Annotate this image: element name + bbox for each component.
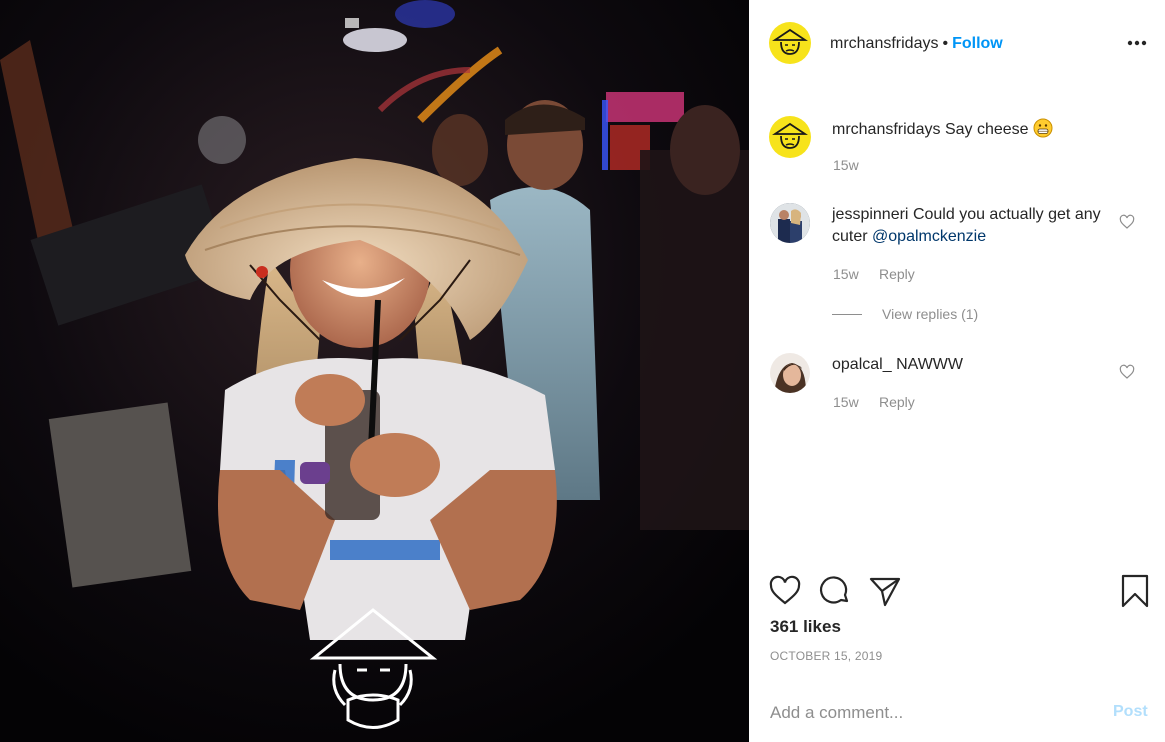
author-username[interactable]: mrchansfridays [830, 35, 938, 52]
comment-time-2[interactable]: 15w [833, 394, 859, 410]
post-photo[interactable] [0, 0, 749, 742]
comment-like-heart-icon[interactable] [1119, 214, 1135, 230]
view-replies-label: View replies (1) [882, 306, 979, 322]
caption: mrchansfridays Say cheese [832, 118, 1053, 141]
post-date[interactable]: OCTOBER 15, 2019 [770, 649, 882, 663]
view-replies-button[interactable]: View replies (1) [832, 306, 978, 322]
paper-plane-icon[interactable] [868, 574, 902, 608]
comment-text-1: jesspinneri Could you actually get any c… [832, 204, 1122, 248]
avatar-photo-image [770, 353, 810, 393]
comment-username-1[interactable]: jesspinneri [832, 206, 908, 223]
caption-text: Say cheese [944, 121, 1029, 138]
post-side-panel: mrchansfridays • Follow mrchansfridays Say… [749, 0, 1165, 742]
reply-button-2[interactable]: Reply [879, 394, 915, 410]
add-comment-bar: Post [749, 684, 1165, 742]
more-options-icon[interactable] [1126, 33, 1148, 53]
follow-button[interactable]: Follow [952, 35, 1003, 52]
add-comment-input[interactable] [770, 700, 1090, 726]
comment-bubble-icon[interactable] [818, 574, 852, 608]
caption-time[interactable]: 15w [833, 157, 859, 173]
likes-count[interactable]: 361 likes [770, 616, 841, 638]
comment-mention-link[interactable]: @opalmckenzie [872, 228, 986, 245]
comment-like-heart-icon[interactable] [1119, 364, 1135, 380]
caption-author-avatar[interactable] [769, 116, 811, 158]
post-comment-button[interactable]: Post [1113, 703, 1148, 721]
party-photo-image [0, 0, 749, 742]
commenter-avatar[interactable] [770, 203, 810, 243]
caption-username[interactable]: mrchansfridays [832, 121, 940, 138]
comment-username-2[interactable]: opalcal_ [832, 356, 892, 373]
avatar-photo-image [770, 203, 810, 243]
comment-body-2: NAWWW [896, 356, 963, 373]
reply-button-1[interactable]: Reply [879, 266, 915, 282]
view-replies-line [832, 313, 862, 315]
author-avatar[interactable] [769, 22, 811, 64]
bookmark-icon[interactable] [1118, 574, 1152, 608]
header-separator: • [942, 35, 949, 52]
comment-text-2: opalcal_ NAWWW [832, 354, 1122, 376]
mrchans-logo-icon [772, 122, 808, 149]
action-bar [749, 574, 1165, 608]
post-header-user: mrchansfridays • Follow [830, 33, 1003, 55]
grinning-face-emoji-icon [1033, 118, 1053, 138]
comment-time-1[interactable]: 15w [833, 266, 859, 282]
mrchans-logo-icon [772, 28, 808, 55]
heart-icon[interactable] [768, 574, 802, 608]
commenter-avatar[interactable] [770, 353, 810, 393]
